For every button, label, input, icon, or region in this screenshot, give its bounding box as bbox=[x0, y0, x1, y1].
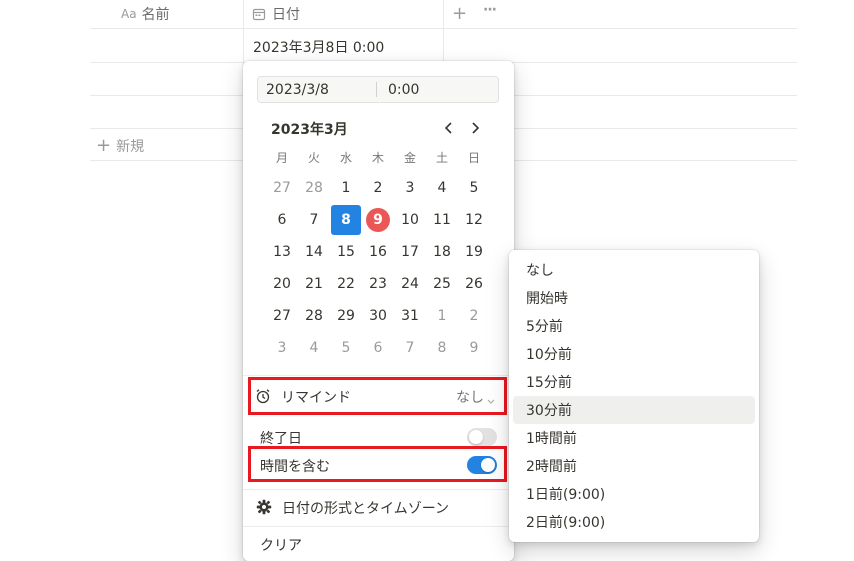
weekday-header: 日 bbox=[467, 151, 480, 165]
reminder-dropdown-menu: なし 開始時 5分前 10分前 15分前 30分前 1時間前 2時間前 1日前(9:00) 2日前… bbox=[509, 250, 759, 542]
calendar-day[interactable]: 12 bbox=[459, 205, 489, 235]
calendar-day[interactable]: 2 bbox=[459, 301, 489, 331]
weekday-header: 木 bbox=[371, 151, 384, 165]
column-header-name-label: 名前 bbox=[141, 7, 170, 23]
add-column-button[interactable]: + bbox=[452, 3, 467, 24]
calendar-day[interactable]: 3 bbox=[395, 173, 425, 203]
calendar-day[interactable]: 22 bbox=[331, 269, 361, 299]
annotation-highlight-reminder bbox=[248, 377, 507, 415]
calendar-day[interactable]: 4 bbox=[427, 173, 457, 203]
calendar-day[interactable]: 15 bbox=[331, 237, 361, 267]
calendar-day[interactable]: 28 bbox=[299, 173, 329, 203]
calendar-day[interactable]: 31 bbox=[395, 301, 425, 331]
calendar-day[interactable]: 18 bbox=[427, 237, 457, 267]
weekday-header: 土 bbox=[435, 151, 448, 165]
next-month-button[interactable] bbox=[464, 117, 486, 139]
reminder-option[interactable]: なし bbox=[513, 256, 755, 284]
calendar-day[interactable]: 10 bbox=[395, 205, 425, 235]
calendar-day[interactable]: 28 bbox=[299, 301, 329, 331]
weekday-header: 金 bbox=[403, 151, 416, 165]
calendar-day[interactable]: 1 bbox=[427, 301, 457, 331]
row1-date-cell[interactable]: 2023年3月8日 0:00 bbox=[253, 37, 384, 57]
new-row-label: 新規 bbox=[116, 139, 145, 155]
calendar-day[interactable]: 30 bbox=[363, 301, 393, 331]
section-divider bbox=[243, 489, 514, 490]
calendar-day[interactable]: 5 bbox=[459, 173, 489, 203]
today-marker: 9 bbox=[366, 208, 390, 232]
calendar-day[interactable]: 19 bbox=[459, 237, 489, 267]
calendar-day[interactable]: 29 bbox=[331, 301, 361, 331]
reminder-option[interactable]: 1日前(9:00) bbox=[513, 480, 755, 508]
prev-month-button[interactable] bbox=[438, 117, 460, 139]
date-time-divider bbox=[376, 82, 377, 97]
time-input-value[interactable]: 0:00 bbox=[388, 82, 419, 98]
calendar-day[interactable]: 9 bbox=[459, 333, 489, 363]
calendar-day[interactable]: 8 bbox=[427, 333, 457, 363]
text-property-icon: Aa bbox=[121, 7, 137, 21]
calendar-day[interactable]: 3 bbox=[267, 333, 297, 363]
calendar-day[interactable]: 17 bbox=[395, 237, 425, 267]
calendar-day[interactable]: 27 bbox=[267, 301, 297, 331]
annotation-highlight-include-time bbox=[248, 446, 507, 482]
calendar-day[interactable]: 4 bbox=[299, 333, 329, 363]
weekday-header: 水 bbox=[339, 151, 352, 165]
gear-icon bbox=[256, 499, 272, 519]
date-input-value[interactable]: 2023/3/8 bbox=[266, 82, 329, 98]
calendar-day[interactable]: 1 bbox=[331, 173, 361, 203]
date-time-input[interactable]: 2023/3/8 0:00 bbox=[257, 76, 499, 103]
column-header-date-label: 日付 bbox=[272, 7, 300, 23]
calendar-day[interactable]: 5 bbox=[331, 333, 361, 363]
end-date-toggle[interactable] bbox=[467, 428, 497, 446]
column-header-name[interactable]: Aa 名前 bbox=[121, 0, 170, 28]
reminder-option[interactable]: 2日前(9:00) bbox=[513, 508, 755, 536]
date-format-timezone-label: 日付の形式とタイムゾーン bbox=[282, 501, 450, 517]
weekday-header: 火 bbox=[307, 151, 320, 165]
section-divider bbox=[243, 526, 514, 527]
end-date-label: 終了日 bbox=[260, 431, 302, 447]
reminder-option[interactable]: 30分前 bbox=[513, 396, 755, 424]
section-divider bbox=[243, 375, 514, 376]
date-picker-popup: 2023/3/8 0:00 2023年3月 月火水木金土日 27 28 1 2 3 4 5 6… bbox=[243, 61, 514, 561]
calendar-day[interactable]: 21 bbox=[299, 269, 329, 299]
chevron-left-icon bbox=[444, 122, 452, 134]
reminder-option[interactable]: 1時間前 bbox=[513, 424, 755, 452]
reminder-option[interactable]: 15分前 bbox=[513, 368, 755, 396]
calendar-day[interactable]: 6 bbox=[267, 205, 297, 235]
calendar-day[interactable]: 14 bbox=[299, 237, 329, 267]
calendar-month-label: 2023年3月 bbox=[271, 122, 348, 138]
new-row-button[interactable]: + 新規 bbox=[96, 136, 144, 156]
date-format-timezone-row[interactable]: 日付の形式とタイムゾーン bbox=[255, 496, 505, 522]
clear-button[interactable]: クリア bbox=[260, 535, 302, 555]
reminder-option[interactable]: 5分前 bbox=[513, 312, 755, 340]
calendar-day[interactable]: 20 bbox=[267, 269, 297, 299]
calendar-day-today[interactable]: 9 bbox=[363, 205, 393, 235]
calendar-day[interactable]: 24 bbox=[395, 269, 425, 299]
calendar-day[interactable]: 16 bbox=[363, 237, 393, 267]
chevron-right-icon bbox=[472, 122, 480, 134]
weekday-header: 月 bbox=[275, 151, 288, 165]
more-options-button[interactable]: ··· bbox=[483, 2, 497, 18]
column-header-date[interactable]: 日付 bbox=[252, 0, 300, 28]
calendar-day[interactable]: 26 bbox=[459, 269, 489, 299]
reminder-option[interactable]: 開始時 bbox=[513, 284, 755, 312]
plus-icon: + bbox=[96, 135, 112, 156]
calendar-day[interactable]: 2 bbox=[363, 173, 393, 203]
calendar-day[interactable]: 11 bbox=[427, 205, 457, 235]
reminder-option[interactable]: 2時間前 bbox=[513, 452, 755, 480]
calendar-day-selected[interactable]: 8 bbox=[331, 205, 361, 235]
calendar-day[interactable]: 13 bbox=[267, 237, 297, 267]
calendar-day[interactable]: 7 bbox=[299, 205, 329, 235]
calendar-day[interactable]: 25 bbox=[427, 269, 457, 299]
reminder-option[interactable]: 10分前 bbox=[513, 340, 755, 368]
calendar-day[interactable]: 27 bbox=[267, 173, 297, 203]
calendar-day[interactable]: 23 bbox=[363, 269, 393, 299]
calendar-day[interactable]: 6 bbox=[363, 333, 393, 363]
calendar-icon bbox=[252, 7, 266, 21]
calendar-day[interactable]: 7 bbox=[395, 333, 425, 363]
